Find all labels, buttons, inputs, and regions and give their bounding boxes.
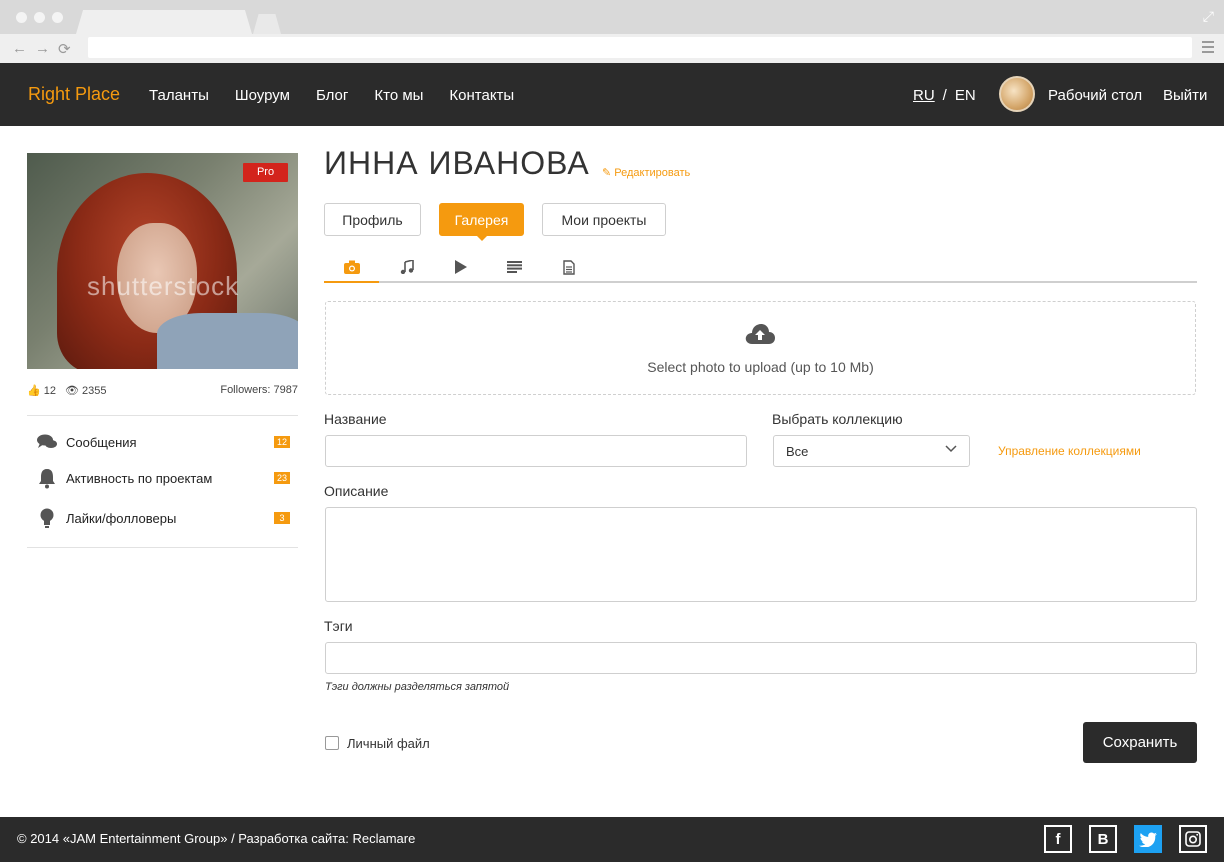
collection-label: Выбрать коллекцию [772,411,903,427]
tab-gallery[interactable]: Галерея [439,203,524,241]
edit-profile-link[interactable]: ✎ Редактировать [602,166,690,179]
browser-nav-buttons: ← → ⟳ [12,40,71,58]
logout-link[interactable]: Выйти [1163,87,1207,104]
music-icon [400,260,414,274]
site-footer: © 2014 «JAM Entertainment Group» / Разра… [0,817,1224,862]
back-icon[interactable]: ← [12,40,27,58]
forward-icon[interactable]: → [35,40,50,58]
private-file-checkbox[interactable] [325,736,339,750]
followers-count: Followers: 7987 [220,384,298,396]
facebook-icon[interactable]: f [1044,825,1072,853]
views-count: 👁 2355 [65,385,107,397]
tab-profile[interactable]: Профиль [324,203,421,236]
lang-separator: / [942,87,947,104]
tags-input[interactable] [325,642,1197,674]
sidebar-item-label: Сообщения [66,435,137,450]
collection-select[interactable]: Все [773,435,970,467]
photo-watermark: shutterstock [87,271,240,301]
chat-bubbles-icon [37,434,57,448]
document-icon [562,259,575,275]
media-type-tabs [324,253,1197,283]
private-file-label[interactable]: Личный файл [347,736,430,751]
vk-icon[interactable]: B [1089,825,1117,853]
description-label: Описание [324,483,389,499]
text-lines-icon [507,261,522,273]
nav-talents[interactable]: Таланты [149,87,209,104]
sidebar-divider-bottom [27,547,298,548]
main-nav: Таланты Шоурум Блог Кто мы Контакты [149,87,514,104]
language-switch: RU / EN [913,87,976,104]
save-button[interactable]: Сохранить [1083,722,1197,763]
bell-icon [39,469,55,489]
sidebar-item-likes-followers[interactable]: Лайки/фолловеры 3 [36,507,290,529]
cloud-upload-icon [745,324,775,344]
upload-instructions: Select photo to upload (up to 10 Mb) [647,359,874,375]
instagram-icon[interactable] [1179,825,1207,853]
media-tab-music[interactable] [379,253,434,281]
sidebar-item-label: Лайки/фолловеры [66,511,177,526]
lang-ru[interactable]: RU [913,87,935,104]
sidebar-item-activity[interactable]: Активность по проектам 23 [36,467,290,489]
pro-badge: Pro [243,163,288,182]
media-tab-text[interactable] [487,253,542,281]
user-avatar[interactable] [999,76,1035,112]
sidebar-divider-top [27,415,298,416]
maximize-window-dot[interactable] [52,12,63,23]
media-tab-photo[interactable] [324,253,379,283]
likes-count-badge: 3 [274,512,290,524]
site-header: Right Place Таланты Шоурум Блог Кто мы К… [0,63,1224,126]
lang-en[interactable]: EN [955,87,976,104]
activity-count-badge: 23 [274,472,290,484]
media-tab-video[interactable] [433,253,488,281]
profile-stats: 👍 12 👁 2355 Followers: 7987 [27,384,298,400]
dashboard-link[interactable]: Рабочий стол [1048,87,1142,104]
photo-upload-dropzone[interactable]: Select photo to upload (up to 10 Mb) [325,301,1196,395]
eye-icon: 👁 [65,385,79,397]
minimize-window-dot[interactable] [34,12,45,23]
media-tab-document[interactable] [541,253,596,281]
window-controls [16,12,63,23]
chevron-down-icon [945,445,957,453]
messages-count-badge: 12 [274,436,290,448]
address-bar[interactable] [88,37,1192,58]
fullscreen-icon[interactable]: ⤢ [1203,8,1214,25]
profile-name: ИННА ИВАНОВА [324,145,590,181]
site-logo[interactable]: Right Place [28,84,120,105]
nav-showroom[interactable]: Шоурум [235,87,290,104]
description-textarea[interactable] [325,507,1197,602]
thumbs-up-icon: 👍 [27,385,41,397]
play-icon [454,260,467,274]
nav-about[interactable]: Кто мы [374,87,423,104]
twitter-icon[interactable] [1134,825,1162,853]
sidebar-item-messages[interactable]: Сообщения 12 [36,431,290,453]
manage-collections-link[interactable]: Управление коллекциями [998,444,1141,458]
nav-blog[interactable]: Блог [316,87,348,104]
browser-menu-icon[interactable] [1202,41,1214,53]
footer-copyright: © 2014 «JAM Entertainment Group» / Разра… [17,831,416,846]
reload-icon[interactable]: ⟳ [58,40,71,58]
tags-label: Тэги [324,618,353,634]
camera-icon [343,260,360,274]
close-window-dot[interactable] [16,12,27,23]
pencil-icon: ✎ [602,167,612,179]
sidebar-item-label: Активность по проектам [66,471,213,486]
title-label: Название [324,411,387,427]
likes-count: 👍 12 [27,385,57,397]
browser-tab-new[interactable] [253,14,281,34]
title-input[interactable] [325,435,747,467]
tab-my-projects[interactable]: Мои проекты [542,203,666,236]
browser-tab-active[interactable] [76,10,252,34]
tags-hint: Тэги должны разделяться запятой [325,681,510,693]
lightbulb-icon [40,508,54,528]
collection-selected-value: Все [786,444,809,459]
profile-photo: shutterstock [27,153,298,369]
nav-contacts[interactable]: Контакты [449,87,514,104]
